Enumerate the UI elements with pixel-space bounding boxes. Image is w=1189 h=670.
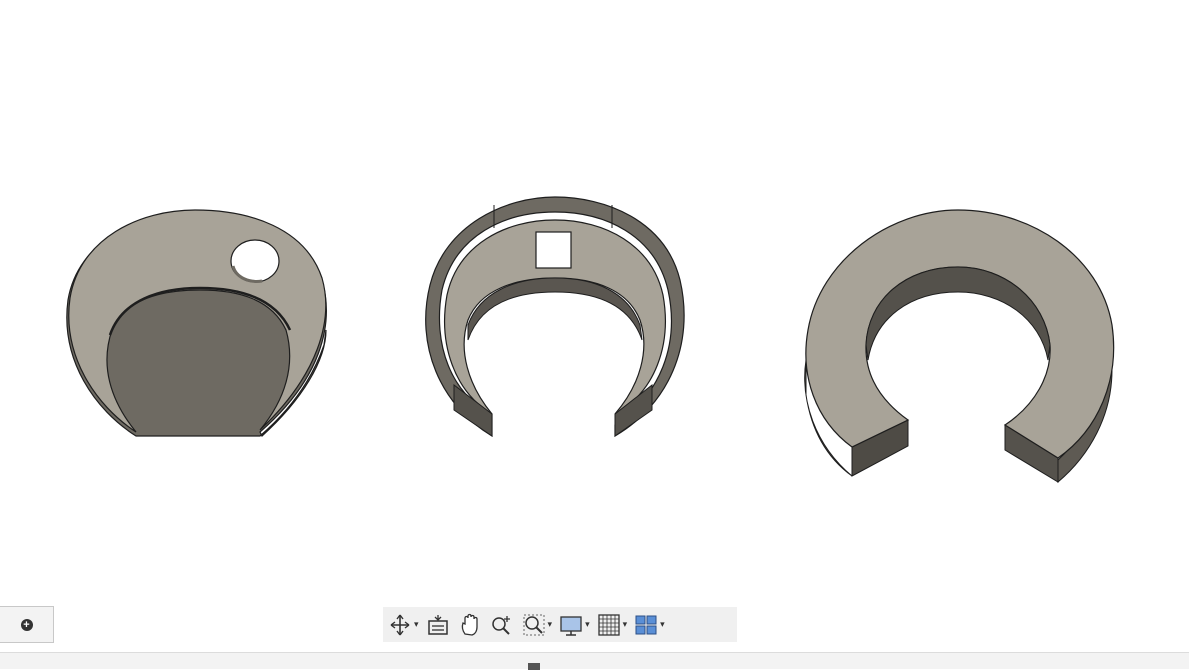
bottom-status-bar <box>0 652 1189 670</box>
viewports-dropdown-caret[interactable]: ▾ <box>660 619 665 630</box>
display-settings-button[interactable]: ▾ <box>558 610 590 640</box>
navigation-toolbar: ▾ ▾ ▾ ▾ ▾ <box>383 607 737 642</box>
orbit-button[interactable]: ▾ <box>387 610 419 640</box>
zoom-window-dropdown-caret[interactable]: ▾ <box>548 619 553 630</box>
plus-circle-icon: + <box>20 618 33 631</box>
display-settings-icon <box>560 615 582 636</box>
look-at-button[interactable] <box>425 610 451 640</box>
zoom-icon <box>491 615 510 635</box>
grid-snaps-icon <box>597 613 620 636</box>
zoom-window-icon <box>523 614 545 635</box>
zoom-button[interactable] <box>489 610 515 640</box>
canvas-viewport[interactable] <box>0 0 1189 652</box>
orbit-icon <box>390 614 410 635</box>
viewports-icon <box>635 615 657 634</box>
grid-snaps-button[interactable]: ▾ <box>596 610 628 640</box>
look-at-icon <box>427 614 448 635</box>
crescent-shell-with-walls[interactable] <box>425 196 685 438</box>
model-view[interactable] <box>0 0 1189 652</box>
orbit-dropdown-caret[interactable]: ▾ <box>414 619 419 630</box>
grid-snaps-dropdown-caret[interactable]: ▾ <box>623 619 628 630</box>
zoom-window-button[interactable]: ▾ <box>521 610 553 640</box>
thick-c-ring[interactable] <box>804 209 1115 484</box>
display-settings-dropdown-caret[interactable]: ▾ <box>585 619 590 630</box>
add-panel-button[interactable]: + <box>0 606 54 643</box>
pan-hand-icon <box>461 613 478 636</box>
flat-crescent-plate-with-hole[interactable] <box>66 209 327 437</box>
pan-button[interactable] <box>457 610 483 640</box>
viewports-button[interactable]: ▾ <box>633 610 665 640</box>
